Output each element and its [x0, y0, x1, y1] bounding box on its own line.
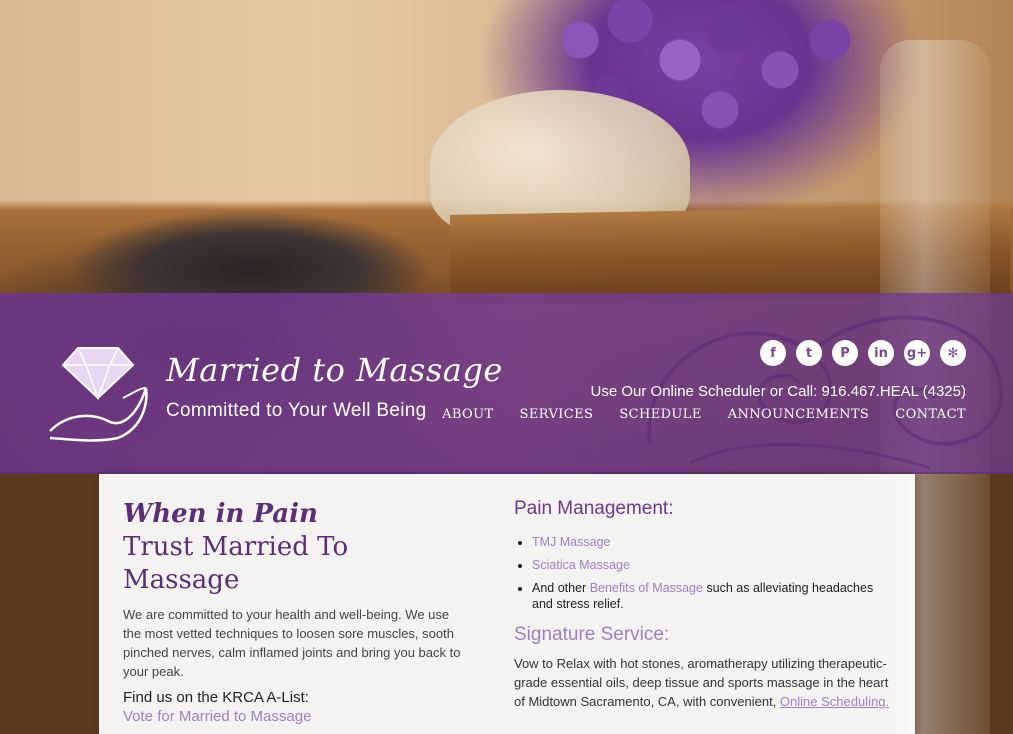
nav-contact[interactable]: CONTACT: [895, 407, 966, 422]
krca-label: Find us on the KRCA A-List:: [123, 689, 309, 706]
scheduler-call-text: Use Our Online Scheduler or Call: 916.46…: [590, 383, 966, 400]
nav-schedule[interactable]: SCHEDULE: [619, 407, 701, 422]
sciatica-massage-link[interactable]: Sciatica Massage: [532, 558, 630, 572]
facebook-icon[interactable]: f: [760, 340, 786, 366]
heading-when-in-pain: When in Pain: [123, 499, 318, 529]
signature-service-text: Vow to Relax with hot stones, aromathera…: [514, 654, 894, 711]
pinterest-icon[interactable]: P: [832, 340, 858, 366]
pain-management-list: TMJ Massage Sciatica Massage And other B…: [514, 534, 894, 612]
brand-tagline: Committed to Your Well Being: [166, 400, 427, 421]
tmj-massage-link[interactable]: TMJ Massage: [532, 535, 611, 549]
google-plus-icon[interactable]: g+: [904, 340, 930, 366]
services-column: Pain Management: TMJ Massage Sciatica Ma…: [514, 498, 894, 711]
yelp-icon[interactable]: ✻: [940, 340, 966, 366]
pain-management-heading: Pain Management:: [514, 498, 674, 519]
list-item: And other Benefits of Massage such as al…: [532, 580, 894, 612]
signature-service-heading: Signature Service:: [514, 624, 670, 645]
list-item: TMJ Massage: [532, 534, 894, 550]
nav-services[interactable]: SERVICES: [520, 407, 594, 422]
heading-trust: Trust Married To Massage: [123, 532, 349, 595]
intro-paragraph: We are committed to your health and well…: [123, 607, 461, 679]
online-scheduling-link[interactable]: Online Scheduling.: [780, 694, 889, 709]
intro-column: When in Pain Trust Married To Massage We…: [123, 498, 463, 725]
vote-link[interactable]: Vote for Married to Massage: [123, 708, 463, 725]
header-band: Married to Massage Committed to Your Wel…: [0, 293, 1013, 474]
main-nav: ABOUT SERVICES SCHEDULE ANNOUNCEMENTS CO…: [442, 407, 966, 422]
social-links: f t P in g+ ✻: [760, 340, 966, 366]
nav-about[interactable]: ABOUT: [442, 407, 493, 422]
twitter-icon[interactable]: t: [796, 340, 822, 366]
list-item: Sciatica Massage: [532, 557, 894, 573]
benefits-link[interactable]: Benefits of Massage: [590, 581, 703, 595]
benefits-prefix: And other: [532, 581, 590, 595]
linkedin-icon[interactable]: in: [868, 340, 894, 366]
main-content: When in Pain Trust Married To Massage We…: [99, 474, 915, 734]
nav-announcements[interactable]: ANNOUNCEMENTS: [728, 407, 870, 422]
brand-title: Married to Massage: [166, 351, 503, 389]
diamond-hand-icon: [49, 347, 148, 442]
